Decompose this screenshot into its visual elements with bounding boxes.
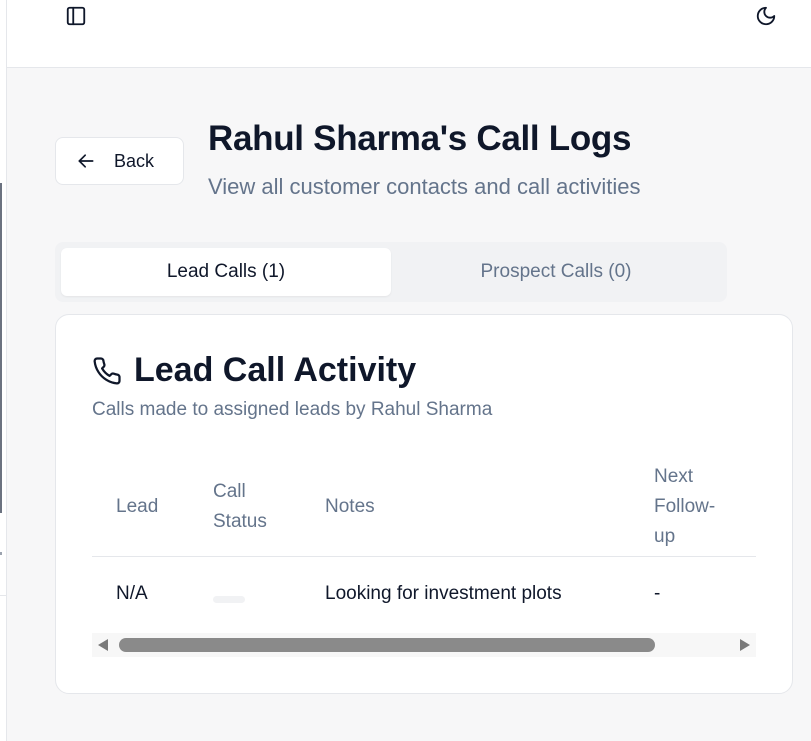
back-button-label: Back	[114, 150, 155, 171]
call-type-tabs: Lead Calls (1) Prospect Calls (0)	[55, 242, 727, 302]
top-bar	[7, 0, 811, 68]
edge-mark	[0, 552, 2, 555]
page-subtitle: View all customer contacts and call acti…	[208, 174, 641, 199]
back-button[interactable]: Back	[55, 137, 184, 185]
table-row[interactable]: N/A Looking for investment plots -	[92, 557, 756, 635]
column-header-notes: Notes	[325, 496, 375, 517]
page-title: Rahul Sharma's Call Logs	[208, 119, 632, 158]
column-header-next-follow-up: Next Follow-up	[654, 466, 716, 547]
cell-lead: N/A	[116, 583, 148, 604]
tab-lead-calls[interactable]: Lead Calls (1)	[61, 248, 391, 296]
cell-notes: Looking for investment plots	[325, 583, 562, 604]
column-header-call-status: Call Status	[213, 481, 267, 532]
moon-icon	[756, 6, 776, 26]
card-title: Lead Call Activity	[134, 351, 417, 389]
theme-toggle-button[interactable]	[752, 2, 780, 30]
card-description: Calls made to assigned leads by Rahul Sh…	[92, 399, 493, 420]
arrow-left-icon	[78, 154, 94, 168]
table-header: Lead Call Status Notes Next Follow-up	[92, 455, 756, 557]
card-header: Lead Call Activity	[92, 351, 416, 390]
edge-divider	[0, 595, 7, 596]
cell-next-follow-up: -	[654, 583, 661, 604]
lead-calls-table: Lead Call Status Notes Next Follow-up N/…	[92, 455, 756, 665]
lead-call-activity-card: Lead Call Activity Calls made to assigne…	[55, 314, 793, 694]
column-header-lead: Lead	[116, 496, 159, 517]
call-status-badge	[213, 596, 245, 603]
horizontal-scrollbar[interactable]	[92, 633, 756, 657]
scrollbar-thumb[interactable]	[119, 638, 655, 652]
scroll-right-arrow-icon[interactable]	[740, 639, 750, 651]
panel-left-icon	[66, 6, 86, 26]
scroll-left-arrow-icon[interactable]	[98, 639, 108, 651]
tab-prospect-calls[interactable]: Prospect Calls (0)	[391, 248, 721, 296]
left-window-edge	[0, 0, 7, 741]
sidebar-toggle-button[interactable]	[62, 2, 90, 30]
phone-icon	[93, 356, 121, 385]
window-rail	[0, 183, 2, 513]
